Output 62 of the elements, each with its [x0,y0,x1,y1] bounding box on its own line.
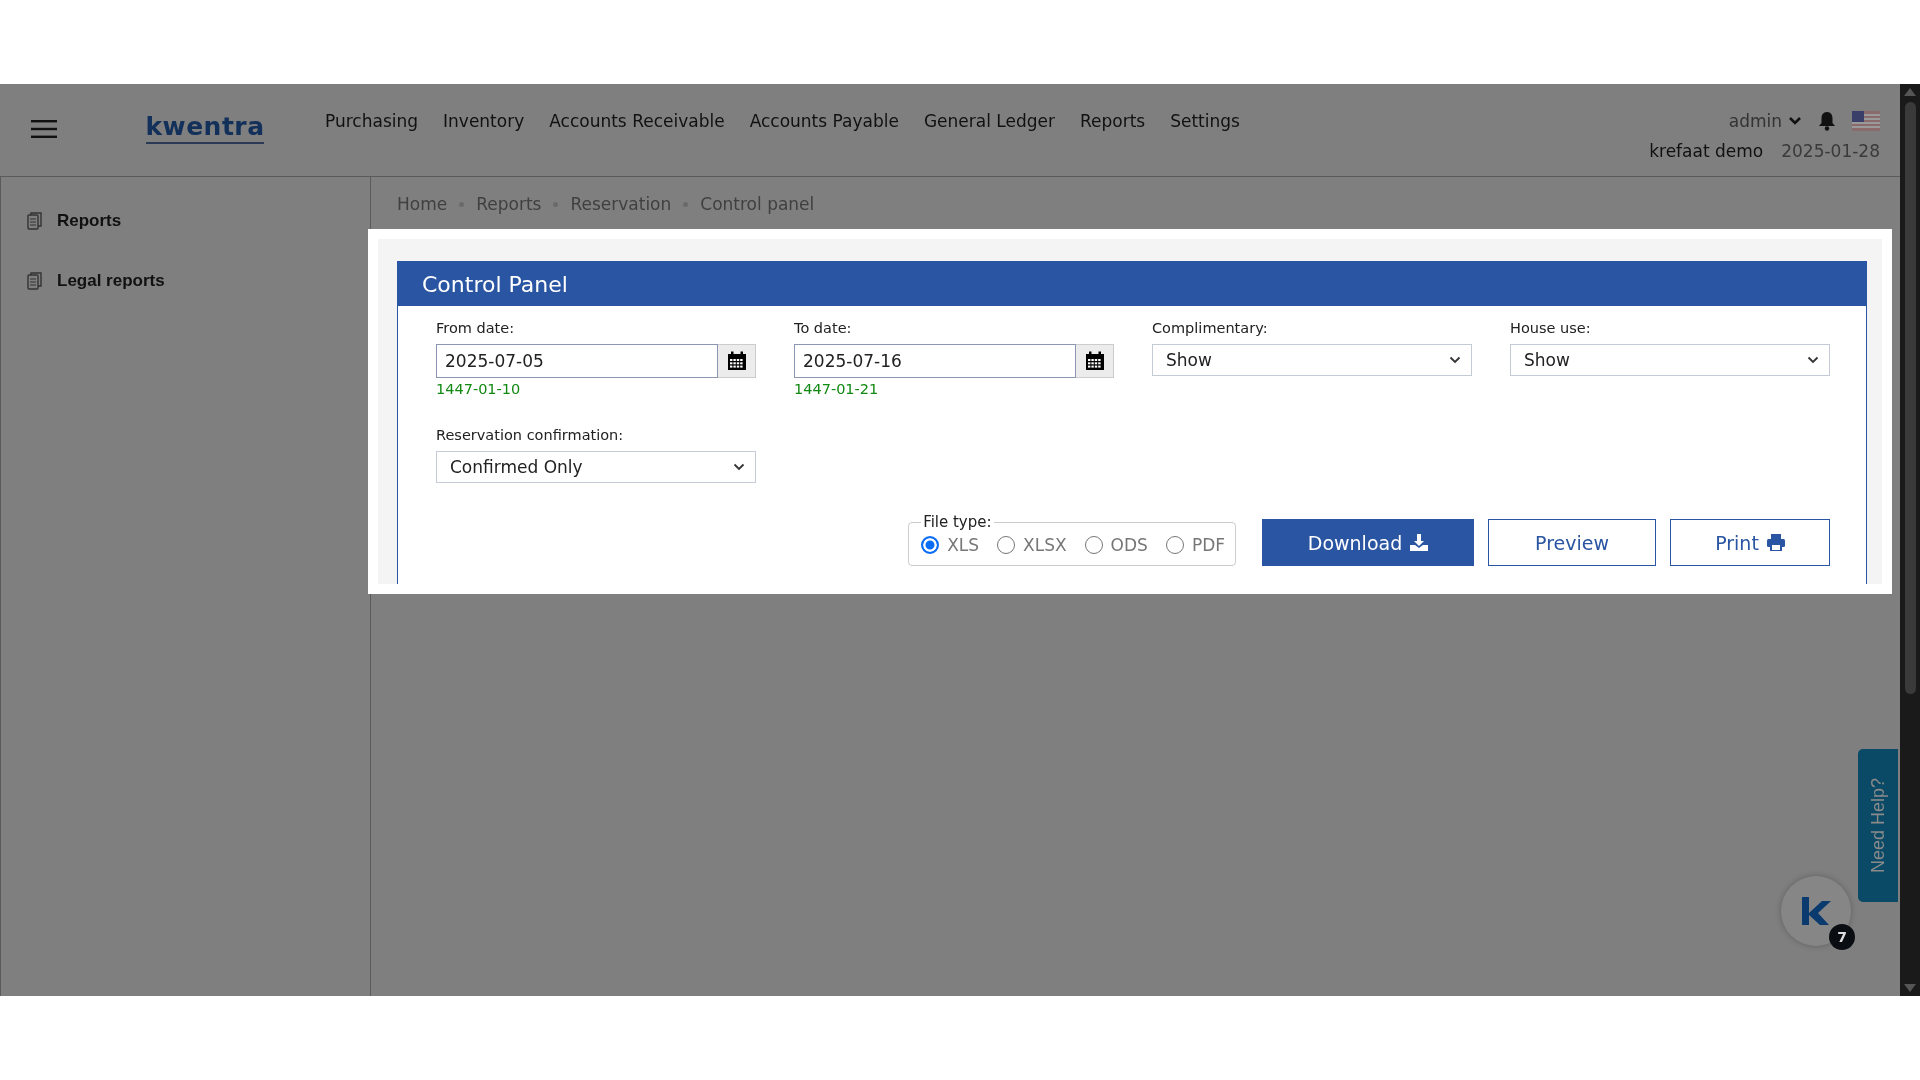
select-field[interactable]: Show [1510,344,1830,376]
calendar-button[interactable] [718,344,756,378]
breadcrumb-link[interactable]: Reports [476,194,542,214]
radio-button[interactable] [1084,536,1103,554]
user-menu[interactable]: admin [1728,111,1802,131]
hijri-date: 1447-01-10 [436,381,522,397]
chevron-down-icon [1807,356,1819,364]
nav-link[interactable]: Inventory [443,111,525,131]
breadcrumb-link[interactable]: Home [397,194,448,214]
flag-icon[interactable] [1852,111,1880,131]
download-button[interactable]: Download [1262,519,1474,566]
calendar-icon [726,351,747,371]
print-button[interactable]: Print [1670,519,1830,566]
company-name: krefaat demo [1649,141,1764,161]
file-type-legend: File type: [921,513,994,531]
panel-title: Control Panel [422,271,568,297]
nav-link[interactable]: Settings [1170,111,1240,131]
sidebar-item[interactable]: Legal reports [1,267,370,295]
chevron-down-icon [733,463,745,471]
radio-button[interactable] [921,536,940,554]
brand-logo[interactable]: kwentra [145,114,265,140]
select-field[interactable]: Confirmed Only [436,451,756,483]
current-date: 2025-01-28 [1781,141,1880,161]
radio-label[interactable]: XLS [947,535,980,555]
select-field[interactable]: Show [1152,344,1472,376]
hijri-date: 1447-01-21 [794,381,880,397]
radio-button[interactable] [1165,536,1184,554]
scroll-down-icon[interactable] [1904,984,1916,992]
documents-icon [27,212,43,230]
notification-badge: 7 [1829,924,1855,950]
breadcrumb-link[interactable]: Control panel [700,194,815,214]
chevron-down-icon [1788,116,1802,126]
radio-label[interactable]: ODS [1110,535,1148,555]
sidebar-item[interactable]: Reports [1,207,370,235]
need-help-tab[interactable]: Need Help? [1858,749,1898,902]
chevron-down-icon [1449,356,1461,364]
preview-button[interactable]: Preview [1488,519,1656,566]
breadcrumb-link[interactable]: Reservation [570,194,672,214]
bell-icon[interactable] [1818,111,1836,131]
field-label: To date: [794,320,853,336]
field-label: From date: [436,320,516,336]
date-field[interactable]: 2025-07-05 [436,344,718,378]
date-field[interactable]: 2025-07-16 [794,344,1076,378]
download-icon [1410,534,1429,551]
field-label: Reservation confirmation: [436,427,625,443]
nav-link[interactable]: Accounts Payable [749,111,899,131]
scrollbar[interactable] [1900,84,1920,996]
menu-icon[interactable] [31,120,57,138]
nav-link[interactable]: Accounts Receivable [549,111,725,131]
nav-link[interactable]: Reports [1079,111,1146,131]
calendar-icon [1084,351,1105,371]
calendar-button[interactable] [1076,344,1114,378]
radio-label[interactable]: PDF [1191,535,1225,555]
field-label: House use: [1510,320,1592,336]
printer-icon [1766,534,1785,551]
radio-button[interactable] [997,536,1016,554]
nav-link[interactable]: General Ledger [923,111,1055,131]
field-label: Complimentary: [1152,320,1269,336]
nav-link[interactable]: Purchasing [325,111,419,131]
radio-label[interactable]: XLSX [1023,535,1067,555]
scroll-up-icon[interactable] [1904,88,1916,96]
documents-icon [27,272,43,290]
